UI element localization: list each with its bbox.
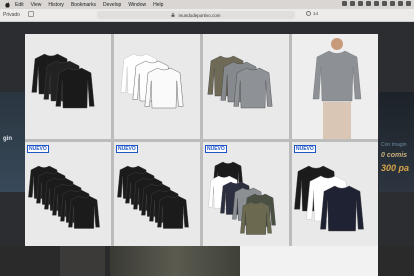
nav-buttons <box>28 11 34 17</box>
bottom-content <box>0 246 414 276</box>
menu-history[interactable]: History <box>48 2 64 8</box>
product-card[interactable]: NUEVO <box>25 142 111 247</box>
lock-icon <box>171 13 175 17</box>
tab-count-label: 14 <box>312 11 318 16</box>
bottom-image[interactable] <box>110 246 240 276</box>
product-image <box>207 55 273 109</box>
menu-view[interactable]: View <box>31 2 42 8</box>
shirt-shape <box>55 67 95 109</box>
shirt-shape <box>68 195 100 229</box>
new-badge: NUEVO <box>116 145 138 153</box>
product-image <box>294 165 364 232</box>
model-head <box>331 38 343 50</box>
product-image <box>292 34 378 139</box>
product-card[interactable]: NUEVO <box>203 142 289 247</box>
menu-bar: Edit View History Bookmarks Develop Wind… <box>0 0 414 9</box>
product-image <box>208 161 276 235</box>
apple-icon[interactable] <box>4 2 11 8</box>
menu-window[interactable]: Window <box>128 2 146 8</box>
product-image <box>28 165 100 229</box>
right-ad-line3: 300 pa <box>381 163 410 173</box>
url-text: mundodeportivo.com <box>178 12 221 18</box>
new-badge: NUEVO <box>205 145 227 153</box>
menu-edit[interactable]: Edit <box>15 2 24 8</box>
tabs-icon <box>305 11 311 16</box>
sidebar-icon[interactable] <box>28 11 34 17</box>
product-card[interactable] <box>25 34 111 139</box>
status-icon[interactable] <box>406 1 411 6</box>
product-card[interactable] <box>203 34 289 139</box>
menu-develop[interactable]: Develop <box>103 2 121 8</box>
status-icon[interactable] <box>342 1 347 6</box>
product-grid: NUEVO NUEVO NUEVO NUEVO <box>25 34 378 247</box>
status-icon[interactable] <box>350 1 355 6</box>
product-card[interactable] <box>292 34 378 139</box>
bottom-image[interactable] <box>60 246 105 276</box>
left-ad-text: gin <box>3 136 12 142</box>
status-icon[interactable] <box>390 1 395 6</box>
right-ad-line2: 0 comis <box>381 152 408 159</box>
status-icon[interactable] <box>382 1 387 6</box>
shirt-shape <box>240 201 272 235</box>
status-icon[interactable] <box>358 1 363 6</box>
status-icon[interactable] <box>374 1 379 6</box>
new-badge: NUEVO <box>27 145 49 153</box>
shirt-shape <box>157 195 189 229</box>
left-ad-banner[interactable]: gin <box>0 92 25 192</box>
status-icons <box>342 1 411 6</box>
new-badge: NUEVO <box>294 145 316 153</box>
bottom-panel <box>240 246 378 276</box>
shirt-shape <box>144 67 184 109</box>
status-icon[interactable] <box>366 1 371 6</box>
product-card[interactable] <box>114 34 200 139</box>
browser-toolbar: Privado mundodeportivo.com 14 <box>0 9 414 22</box>
tab-count[interactable]: 14 <box>305 11 318 16</box>
right-ad-line1: Con Imagin <box>381 142 407 148</box>
private-label: Privado <box>3 12 20 18</box>
status-icon[interactable] <box>398 1 403 6</box>
model-legs <box>323 102 351 139</box>
menu-help[interactable]: Help <box>153 2 163 8</box>
product-card[interactable]: NUEVO <box>292 142 378 247</box>
right-ad-banner[interactable]: Con Imagin 0 comis 300 pa <box>379 92 414 192</box>
product-image <box>31 53 95 109</box>
shirt-shape <box>320 185 364 232</box>
product-image <box>120 53 184 109</box>
address-bar[interactable]: mundodeportivo.com <box>97 11 295 19</box>
menu-bookmarks[interactable]: Bookmarks <box>71 2 96 8</box>
product-card[interactable]: NUEVO <box>114 142 200 247</box>
product-image <box>117 165 189 229</box>
